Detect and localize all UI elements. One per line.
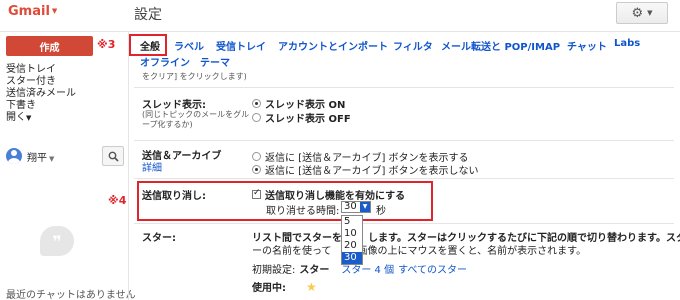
annotation-3: ※3 (97, 38, 116, 51)
star-icon[interactable]: ★ (306, 280, 317, 294)
undo-enable-checkbox[interactable] (252, 188, 261, 199)
radio-thread-on[interactable] (252, 99, 261, 108)
chevron-down-icon: ▼ (26, 114, 32, 122)
nav-more-label: 開く (6, 112, 26, 123)
undo-period-dropdown: 5 10 20 30 (341, 215, 363, 265)
archive-details-link[interactable]: 詳細 (142, 159, 162, 174)
annotation-4: ※4 (108, 194, 127, 207)
chevron-down-icon: ▼ (360, 202, 370, 212)
divider (128, 32, 129, 300)
top-bar: Gmail ▼ 設定 ⚙ ▼ (0, 0, 680, 32)
tab-chat[interactable]: チャット (567, 38, 607, 53)
undo-enable-label: 送信取り消し機能を有効にする (265, 191, 406, 202)
nav-inbox[interactable]: 受信トレイ (6, 64, 121, 76)
thread-on-label: スレッド表示 ON (265, 100, 346, 111)
stars-desc-line2: ーの名前を使って 画像の上にマウスを置くと、名前が表示されます。 (252, 242, 586, 257)
tab-accounts[interactable]: アカウントとインポート (278, 38, 388, 53)
nav-starred[interactable]: スター付き (6, 76, 121, 88)
settings-menu-button[interactable]: ⚙ ▼ (616, 2, 668, 24)
nav-list: 受信トレイ スター付き 送信済みメール 下書き 開く▼ (6, 64, 121, 124)
dropdown-option[interactable]: 20 (342, 240, 362, 252)
thread-description: (同じトピックのメールをグループ化するか) (142, 110, 250, 129)
chevron-down-icon: ▼ (49, 154, 55, 163)
undo-period-value: 30 (344, 201, 357, 212)
chat-user-name: 翔平 (27, 152, 47, 164)
compose-button[interactable]: 作成 (6, 36, 93, 56)
tab-forwarding[interactable]: メール転送と POP/IMAP (441, 38, 560, 53)
gear-icon: ⚙ (631, 5, 644, 21)
highlight-box-tabs (129, 34, 167, 56)
stars-desc2-a: ーの名前を使って (252, 246, 332, 257)
undo-enable-option[interactable]: 送信取り消し機能を有効にする (252, 187, 405, 202)
stars-preset-all[interactable]: すべてのスター (398, 261, 467, 276)
cut-off-note: をクリア] をクリックします) (142, 72, 247, 81)
chevron-down-icon: ▼ (647, 9, 653, 17)
dropdown-option[interactable]: 10 (342, 228, 362, 240)
stars-in-use-label: 使用中: (252, 283, 286, 294)
tab-offline[interactable]: オフライン (140, 54, 190, 69)
search-icon (108, 151, 119, 162)
stars-preset-label: 初期設定: (252, 265, 296, 276)
archive-hide-label: 返信に [送信＆アーカイブ] ボタンを表示しない (265, 166, 479, 177)
stars-in-use: 使用中: ★ (252, 279, 317, 295)
row-divider (134, 223, 674, 224)
row-divider (134, 178, 674, 179)
nav-more[interactable]: 開く▼ (6, 112, 121, 124)
chat-user-menu[interactable]: 翔平 ▼ (27, 149, 54, 164)
gmail-label: Gmail (8, 4, 50, 19)
thread-on-option[interactable]: スレッド表示 ON (252, 96, 345, 111)
thread-off-label: スレッド表示 OFF (265, 114, 351, 125)
radio-thread-off[interactable] (252, 113, 261, 122)
tab-inbox[interactable]: 受信トレイ (216, 38, 266, 53)
chat-user-row: 翔平 ▼ (6, 146, 124, 166)
undo-period-label: 取り消せる時間: (266, 206, 340, 217)
tab-labs[interactable]: Labs (614, 38, 640, 49)
archive-hide-option[interactable]: 返信に [送信＆アーカイブ] ボタンを表示しない (252, 162, 479, 177)
chat-search-button[interactable] (102, 146, 124, 166)
hangouts-icon: ❞ (40, 226, 74, 256)
undo-period-select[interactable]: 30 ▼ (341, 201, 371, 213)
undo-unit: 秒 (376, 206, 386, 217)
avatar[interactable] (6, 148, 22, 164)
page-title: 設定 (134, 7, 162, 23)
thread-off-option[interactable]: スレッド表示 OFF (252, 110, 351, 125)
radio-archive-hide[interactable] (252, 165, 261, 174)
no-chats-message: 最近のチャットはありません (6, 290, 136, 300)
gmail-menu[interactable]: Gmail ▼ (8, 4, 57, 19)
tab-filters[interactable]: フィルタ (393, 38, 433, 53)
chevron-down-icon: ▼ (51, 7, 58, 15)
row-divider (134, 87, 674, 88)
dropdown-option-selected[interactable]: 30 (342, 252, 362, 264)
tab-themes[interactable]: テーマ (200, 54, 230, 69)
stars-desc2-b: 画像の上にマウスを置くと、名前が表示されます。 (357, 246, 587, 257)
stars-preset-1[interactable]: スター (299, 261, 329, 276)
stars-label: スター: (142, 233, 176, 244)
row-divider (134, 140, 674, 141)
nav-sent[interactable]: 送信済みメール (6, 88, 121, 100)
thread-label: スレッド表示: (142, 100, 206, 111)
radio-archive-show[interactable] (252, 152, 261, 161)
undo-label: 送信取り消し: (142, 191, 206, 202)
nav-drafts[interactable]: 下書き (6, 100, 121, 112)
tab-labels[interactable]: ラベル (174, 38, 204, 53)
dropdown-option[interactable]: 5 (342, 216, 362, 228)
